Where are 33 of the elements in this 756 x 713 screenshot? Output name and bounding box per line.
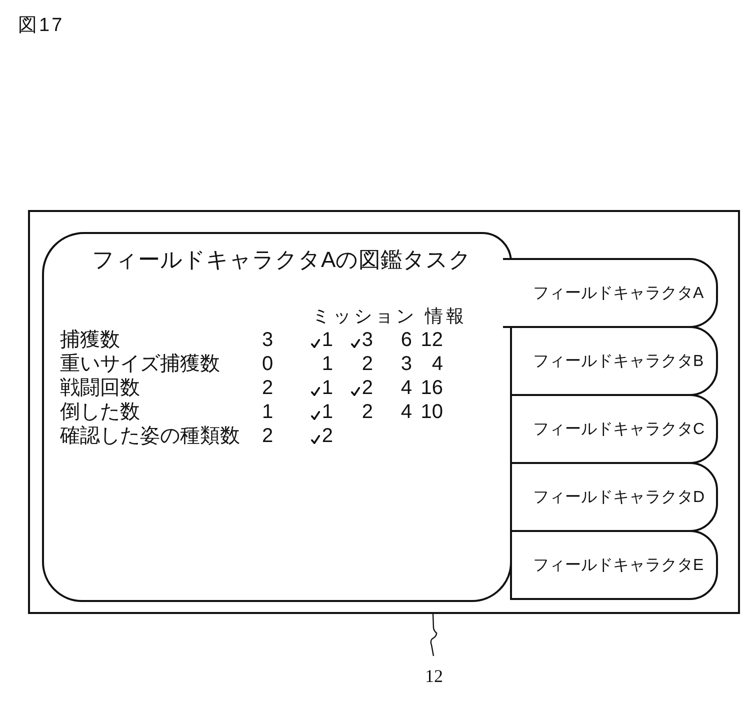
reference-numeral: 12	[425, 666, 443, 686]
mission-value: 12	[420, 328, 443, 352]
row-label: 倒した数	[60, 400, 140, 424]
character-tab[interactable]: フィールドキャラクタE	[510, 530, 718, 600]
mission-value: 6	[400, 328, 412, 352]
figure-label: 図17	[18, 14, 64, 38]
count-value: 2	[262, 424, 274, 448]
mission-value: 4	[400, 376, 412, 400]
count-value: 0	[262, 352, 274, 376]
row-label: 確認した姿の種類数	[60, 424, 240, 448]
mission-header: ミッション 情報	[312, 305, 468, 328]
mission-value: 1	[322, 352, 333, 376]
count-value: 1	[262, 400, 274, 424]
panel-title: フィールドキャラクタAの図鑑タスク	[92, 246, 472, 274]
mission-value: 4	[432, 352, 443, 376]
mission-value: 2	[362, 400, 373, 424]
mission-value: 2	[362, 352, 373, 376]
count-value: 2	[262, 376, 274, 400]
mission-value: 1	[322, 328, 333, 352]
mission-value: 2	[362, 376, 373, 400]
mission-value: 3	[400, 352, 412, 376]
mission-value: 1	[322, 400, 333, 424]
row-label: 重いサイズ捕獲数	[60, 352, 220, 376]
row-label: 捕獲数	[60, 328, 120, 352]
character-tab[interactable]: フィールドキャラクタA	[503, 258, 718, 328]
mission-value: 2	[322, 424, 333, 448]
row-label: 戦闘回数	[60, 376, 140, 400]
mission-value: 4	[400, 400, 412, 424]
count-value: 3	[262, 328, 274, 352]
mission-value: 1	[322, 376, 333, 400]
mission-value: 3	[362, 328, 373, 352]
mission-value: 10	[420, 400, 443, 424]
mission-value: 16	[420, 376, 443, 400]
